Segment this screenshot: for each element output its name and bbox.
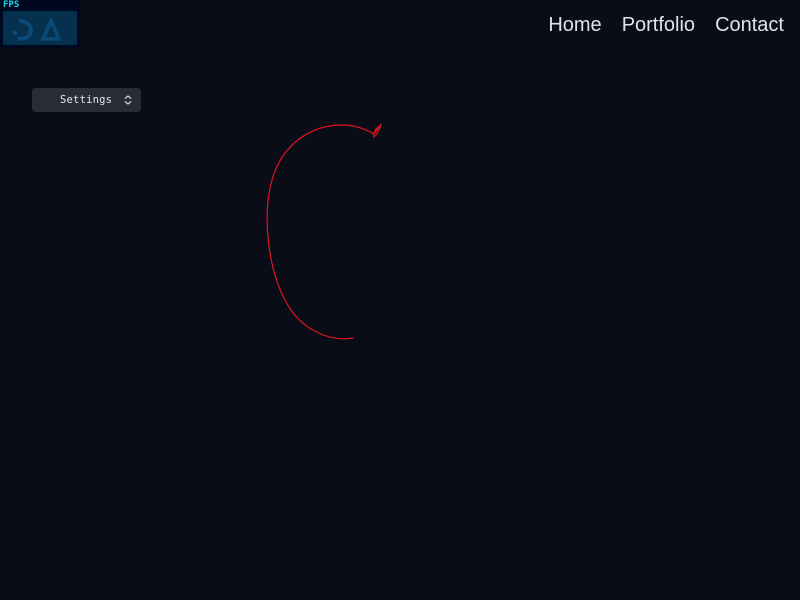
settings-label: Settings xyxy=(60,94,113,106)
drawn-stroke xyxy=(266,123,382,340)
page: FPS Home Portfolio Contact Settings xyxy=(0,0,800,600)
fps-graph-icon xyxy=(13,16,62,41)
fps-label: FPS xyxy=(3,0,20,10)
fps-stats-panel[interactable]: FPS xyxy=(0,0,80,48)
settings-panel-toggle[interactable]: Settings xyxy=(32,88,141,112)
nav-contact-link[interactable]: Contact xyxy=(715,12,784,38)
expand-collapse-icon xyxy=(124,95,132,105)
fps-graph xyxy=(3,11,77,45)
nav-portfolio-link[interactable]: Portfolio xyxy=(622,12,695,38)
main-nav: Home Portfolio Contact xyxy=(548,12,784,38)
nav-home-link[interactable]: Home xyxy=(548,12,601,38)
